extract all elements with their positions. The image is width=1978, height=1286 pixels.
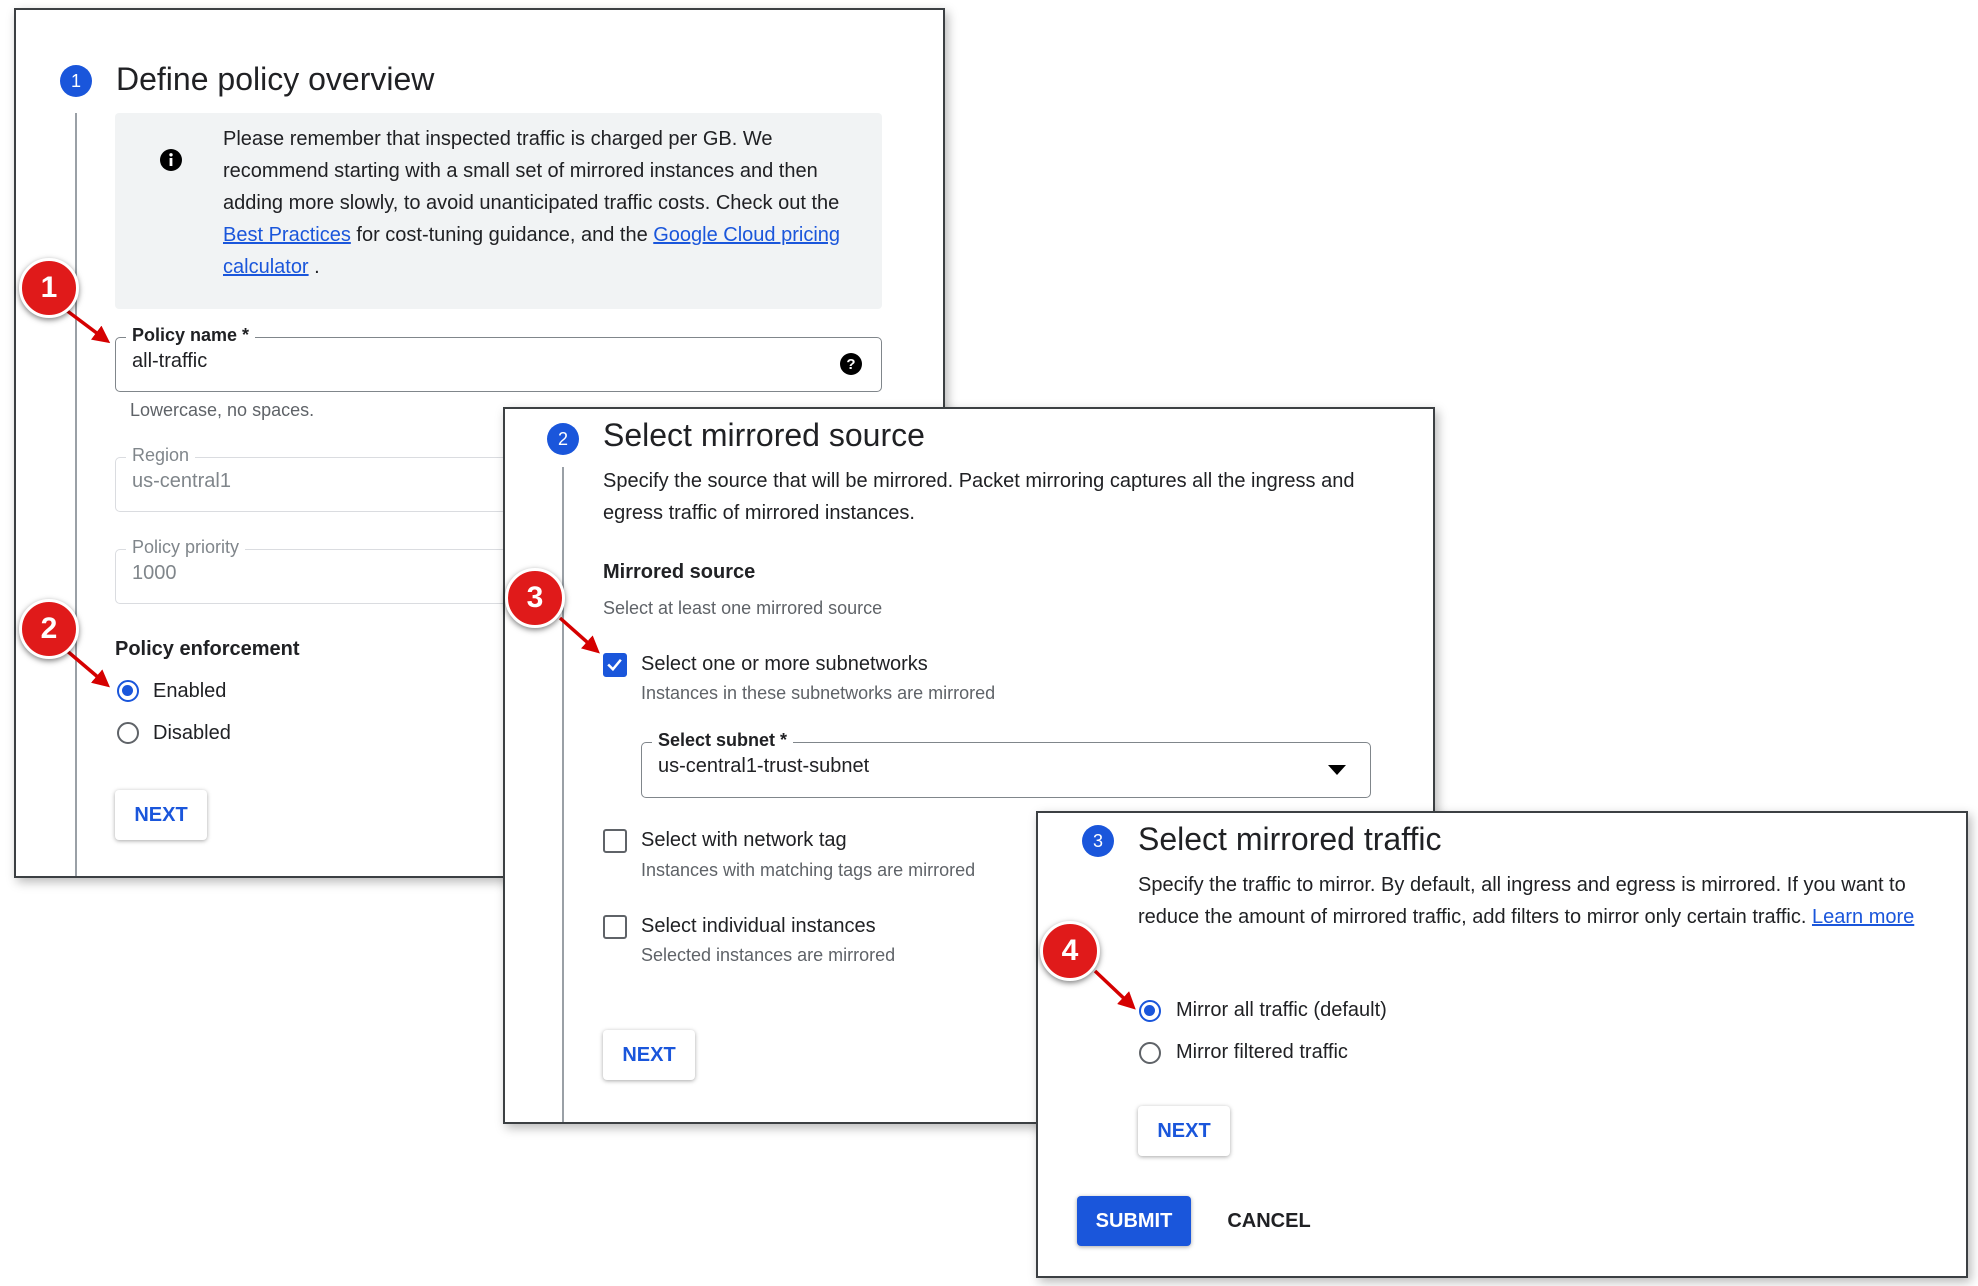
- step-1-title: Define policy overview: [116, 61, 435, 97]
- disabled-radio[interactable]: [117, 722, 139, 744]
- mirror-all-traffic-radio[interactable]: [1139, 1000, 1161, 1022]
- network-tag-help: Instances with matching tags are mirrore…: [641, 860, 976, 880]
- subnetworks-label[interactable]: Select one or more subnetworks: [641, 653, 928, 676]
- region-value: us-central1: [132, 470, 231, 492]
- mirror-all-traffic-label[interactable]: Mirror all traffic (default): [1176, 999, 1387, 1022]
- mirrored-source-heading: Mirrored source: [603, 561, 756, 583]
- step-1-number: 1: [60, 65, 92, 97]
- policy-name-field[interactable]: Policy name * all-traffic ?: [115, 325, 882, 392]
- submit-button[interactable]: SUBMIT: [1077, 1196, 1191, 1246]
- step-3-number: 3: [1082, 825, 1114, 857]
- priority-label: Policy priority: [126, 537, 246, 558]
- learn-more-link[interactable]: Learn more: [1812, 906, 1914, 928]
- next-button-step-2[interactable]: NEXT: [603, 1030, 695, 1080]
- cancel-button[interactable]: CANCEL: [1214, 1196, 1324, 1246]
- info-text-1: Please remember that inspected traffic i…: [223, 128, 840, 214]
- mirrored-traffic-description: Specify the traffic to mirror. By defaul…: [1138, 869, 1918, 933]
- mirrored-traffic-panel: 3 Select mirrored traffic Specify the tr…: [1036, 811, 1968, 1278]
- info-text-3: .: [308, 256, 320, 278]
- region-label: Region: [126, 445, 196, 466]
- subnetworks-checkbox[interactable]: [603, 653, 627, 677]
- callout-badge-4: 4: [1040, 921, 1100, 981]
- individual-instances-help: Selected instances are mirrored: [641, 945, 896, 965]
- svg-text:?: ?: [846, 356, 855, 373]
- policy-enforcement-heading: Policy enforcement: [115, 638, 300, 660]
- mirrored-source-subheading: Select at least one mirrored source: [603, 598, 883, 618]
- policy-name-hint: Lowercase, no spaces.: [130, 400, 315, 420]
- step-2-title: Select mirrored source: [603, 417, 925, 453]
- policy-name-label: Policy name *: [126, 325, 256, 346]
- next-button-step-1[interactable]: NEXT: [115, 790, 207, 840]
- individual-instances-checkbox[interactable]: [603, 915, 627, 939]
- callout-badge-1: 1: [19, 258, 79, 318]
- step-2-number: 2: [547, 423, 579, 455]
- mirrored-source-description: Specify the source that will be mirrored…: [603, 470, 1355, 524]
- policy-name-value[interactable]: all-traffic: [132, 350, 207, 373]
- disabled-label[interactable]: Disabled: [153, 722, 231, 745]
- step-2-connector: [562, 467, 564, 1122]
- network-tag-checkbox[interactable]: [603, 829, 627, 853]
- subnetworks-help: Instances in these subnetworks are mirro…: [641, 683, 996, 703]
- select-subnet-value[interactable]: us-central1-trust-subnet: [658, 755, 869, 778]
- individual-instances-label[interactable]: Select individual instances: [641, 915, 876, 938]
- step-1-connector: [75, 113, 77, 876]
- enabled-radio[interactable]: [117, 680, 139, 702]
- enabled-label[interactable]: Enabled: [153, 680, 226, 703]
- mirror-filtered-traffic-label[interactable]: Mirror filtered traffic: [1176, 1041, 1348, 1064]
- callout-badge-3: 3: [505, 568, 565, 628]
- priority-value: 1000: [132, 562, 177, 584]
- dropdown-arrow-icon[interactable]: [1328, 765, 1346, 775]
- help-circle-icon[interactable]: ?: [839, 352, 863, 376]
- step-3-title: Select mirrored traffic: [1138, 821, 1442, 857]
- select-subnet-label: Select subnet *: [652, 730, 794, 751]
- best-practices-link[interactable]: Best Practices: [223, 224, 351, 246]
- mirror-filtered-traffic-radio[interactable]: [1139, 1042, 1161, 1064]
- info-text: Please remember that inspected traffic i…: [223, 123, 873, 283]
- select-subnet-dropdown[interactable]: Select subnet * us-central1-trust-subnet: [641, 730, 1371, 798]
- callout-badge-2: 2: [19, 599, 79, 659]
- info-text-2: for cost-tuning guidance, and the: [350, 224, 654, 246]
- next-button-step-3[interactable]: NEXT: [1138, 1106, 1230, 1156]
- mirrored-traffic-description-text: Specify the traffic to mirror. By defaul…: [1138, 874, 1906, 928]
- checkmark-icon: [607, 658, 622, 672]
- info-banner: Please remember that inspected traffic i…: [115, 113, 882, 309]
- info-icon: [160, 149, 182, 171]
- network-tag-label[interactable]: Select with network tag: [641, 829, 847, 852]
